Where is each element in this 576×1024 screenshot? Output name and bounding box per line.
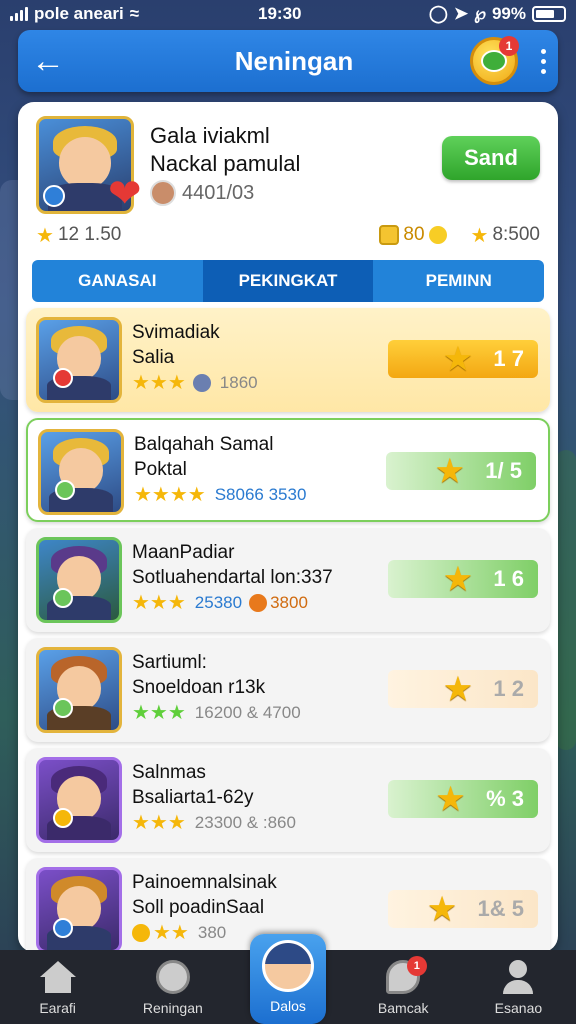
rank-badge-icon [53,918,73,938]
lock-rotation-icon: ◯ [428,4,448,23]
player-stats: ★★★ 16200 & 4700 [132,702,301,724]
player-avatar [36,317,122,403]
player-name: Balqahah Samal Poktal [134,434,274,480]
nav-item-ranking[interactable]: Reningan [115,950,230,1024]
orange-coin-icon [249,593,268,612]
avatar [262,940,314,992]
tab-peminn[interactable]: PEMINN [373,260,544,302]
nav-item-chat[interactable]: Bamcak 1 [346,950,461,1024]
ranking-icon [155,960,191,994]
battery-percent: 99% [491,4,526,23]
star-icon: ★ [444,342,472,376]
score-pill: ★ 1 7 [388,340,538,378]
tab-ganasai[interactable]: GANASAI [32,260,203,302]
player-avatar [36,537,122,623]
star-icon: ★★ [153,922,189,944]
player-avatar [36,867,122,952]
send-button[interactable]: Sand [442,136,540,180]
star-icon: ★★★★ [134,484,206,506]
home-icon [39,960,76,994]
player-name: MaanPadiar Sotluahendartal lon:337 [132,542,333,588]
wifi-icon: ≈ [129,4,140,23]
level-badge-icon [43,185,65,207]
star-icon: ★★★ [132,812,186,834]
coin-box-icon [379,225,400,245]
score-pill: ★% 3 [388,780,538,818]
player-avatar [36,757,122,843]
friend-avatar [150,180,176,206]
leaderboard-tabs: GANASAI PEKINGKAT PEMINN [32,260,544,302]
score-pill: ★ 1 2 [388,670,538,708]
player-name: Gala iviakml Nackal pamulal [150,123,301,176]
star-icon: ★ [428,892,456,926]
rank-badge-icon [53,368,73,388]
player-mini-value: 4401/03 [182,181,255,204]
location-icon: ➤ [453,4,469,23]
back-arrow-icon[interactable]: ← [18,30,78,92]
player-name: Painoemnalsinak Soll poadinSaal [132,872,277,918]
list-item[interactable]: Salnmas Bsaliarta1-62y ★★★ 23300 & :860 ★%… [26,748,550,852]
heart-icon: ❤ [108,172,142,216]
nav-badge: 1 [406,956,427,976]
score-pill: ★ 1/ 5 [386,452,536,490]
score-pill: ★ 1& 5 [388,890,538,928]
more-options-icon[interactable] [528,30,558,92]
player-stats: ★★★★ S8066 3530 [134,484,307,506]
star-icon: ★ [436,454,464,488]
status-bar: pole aneari ≈ 19:30 ◯ ➤ ℘ 99% [0,0,576,28]
list-item[interactable]: Sartiuml: Snoeldoan r13k ★★★ 16200 & 4700 … [26,638,550,742]
player-name: Svimadiak Salia [132,322,220,368]
player-stats: ★★★ 23300 & :860 [132,812,296,834]
star-icon: ★ [36,224,54,247]
score-pill: ★ 1 6 [388,560,538,598]
stat-score: 8:500 [492,224,540,245]
clock: 19:30 [258,4,302,23]
background-tree-right [556,450,576,750]
star-icon: ★ [444,562,472,596]
gold-coin-icon [428,226,447,244]
player-mini-info: 4401/03 [150,180,254,206]
rank-badge-icon [53,588,73,608]
player-stats: ★★★ 25380 3800 [132,592,308,614]
player-stats: ★ 12 1.50 80 ★ 8:500 [36,220,540,250]
star-icon: ★★★ [132,702,186,724]
player-stats: ★★★ 1860 [132,372,258,394]
player-avatar [38,429,124,515]
list-item[interactable]: Balqahah Samal Poktal ★★★★ S8066 3530 ★ 1/ … [26,418,550,522]
leaderboard-panel: ❤ Gala iviakml Nackal pamulal 4401/03 Sa… [18,102,558,952]
carrier-label: pole aneari [34,4,124,23]
star-icon: ★ [444,672,472,706]
nav-item-profile[interactable]: Esanao [461,950,576,1024]
bluetooth-icon: ℘ [474,4,486,23]
page-title: Neningan [234,45,354,76]
stat-coins: 80 [403,224,425,245]
signal-icon [10,7,28,21]
player-name: Salnmas Bsaliarta1-62y [132,762,254,808]
rank-badge-icon [53,698,73,718]
list-item[interactable]: MaanPadiar Sotluahendartal lon:337 ★★★ 253… [26,528,550,632]
coin-icon [132,923,150,942]
star-icon: ★★★ [132,592,186,614]
stat-stars: 12 1.50 [57,224,122,245]
tab-pekingkat[interactable]: PEKINGKAT [202,260,374,302]
star-icon: ★ [470,224,489,247]
nav-item-center-profile[interactable]: Dalos [250,934,326,1024]
player-avatar [36,647,122,733]
chat-badge: 1 [499,36,519,56]
rank-badge-icon [55,480,75,500]
player-stats: ★★ 380 [132,920,226,945]
profile-icon [500,960,536,994]
app-header: ← Neningan 1 [18,30,558,92]
player-name: Sartiuml: Snoeldoan r13k [132,652,266,698]
coin-icon [192,373,211,392]
star-icon: ★ [437,782,465,816]
star-icon: ★★★ [132,372,186,394]
rank-badge-icon [53,808,73,828]
ranking-list: Svimadiak Salia ★★★ 1860 ★ 1 7 Balqahah Sam… [26,308,550,952]
list-item[interactable]: Svimadiak Salia ★★★ 1860 ★ 1 7 [26,308,550,412]
chat-button[interactable]: 1 [470,36,519,85]
nav-item-home[interactable]: Earafi [0,950,115,1024]
battery-icon [532,6,566,22]
